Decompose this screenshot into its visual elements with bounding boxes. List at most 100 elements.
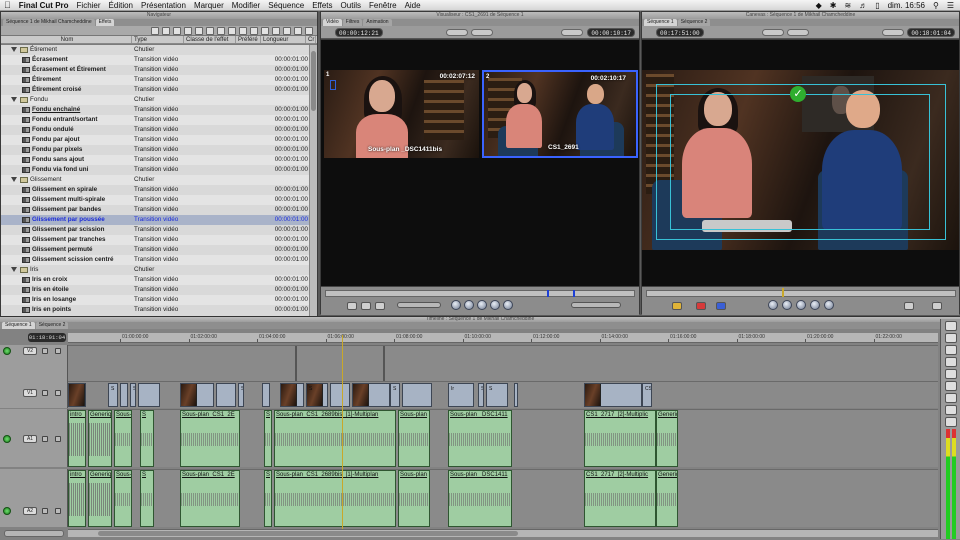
track-visibility-icon[interactable] — [3, 347, 11, 355]
col-type[interactable]: Type — [132, 36, 184, 43]
menu-sequence[interactable]: Séquence — [264, 0, 308, 11]
track-label-v2[interactable]: V2 — [23, 347, 37, 355]
effect-row[interactable]: Glissement scission centré Transition vid… — [1, 255, 311, 265]
audio-clip[interactable]: Sous-plan — [398, 410, 430, 467]
audio-clip[interactable]: S — [140, 470, 154, 527]
view-list-icon[interactable] — [151, 27, 159, 35]
canvas-scrubber[interactable] — [646, 290, 956, 297]
video-clip[interactable] — [402, 383, 432, 407]
effect-row[interactable]: Fondu par pixels Transition vidéo 00:00:01… — [1, 145, 311, 155]
video-clip[interactable]: Ir — [448, 383, 474, 407]
view-icons-icon[interactable] — [162, 27, 170, 35]
effect-row[interactable]: Iris en losange Transition vidéo 00:00:01:… — [1, 295, 311, 305]
viewer-zoom-popup[interactable] — [446, 29, 468, 36]
zoom-slider[interactable] — [4, 530, 64, 537]
audio-clip[interactable]: Sous-plan_CS1_2E — [180, 470, 240, 527]
effect-row[interactable]: Étirement croisé Transition vidéo 00:00:01… — [1, 85, 311, 95]
video-clip[interactable]: CS — [642, 383, 652, 407]
video-clip[interactable] — [216, 383, 236, 407]
tab-filtres[interactable]: Filtres — [342, 19, 363, 26]
audio-enable-icon[interactable] — [3, 435, 11, 443]
tab-sequence[interactable]: Séquence 1 de Mikhail Chamcheddine — [3, 19, 95, 26]
menu-modifier[interactable]: Modifier — [228, 0, 264, 11]
slip-icon[interactable] — [250, 27, 258, 35]
effect-row[interactable]: Iris en étoile Transition vidéo 00:00:01:0… — [1, 285, 311, 295]
track-a2[interactable]: intro_ Generiq Sous- S Sous-plan_CS1_2E S Sous… — [68, 469, 938, 527]
clock[interactable]: dim. 16:56 — [888, 0, 925, 11]
tab-sequence-1[interactable]: Séquence 1 — [644, 19, 677, 26]
track-label-a1[interactable]: A1 — [23, 435, 37, 443]
video-clip[interactable]: S — [130, 383, 136, 407]
effect-row[interactable]: Écrasement Transition vidéo 00:00:01:00 — [1, 55, 311, 65]
effect-row[interactable]: Fondu ondulé Transition vidéo 00:00:01:00 — [1, 125, 311, 135]
effect-row[interactable]: Glissement multi-spirale Transition vidéo… — [1, 195, 311, 205]
menu-edition[interactable]: Édition — [105, 0, 137, 11]
menu-effets[interactable]: Effets — [308, 0, 336, 11]
col-nom[interactable]: Nom — [1, 36, 132, 43]
track-select-icon[interactable] — [206, 27, 214, 35]
effect-row[interactable]: Glissement permuté Transition vidéo 00:00:… — [1, 245, 311, 255]
canvas-playhead[interactable] — [782, 288, 784, 297]
canvas-next-edit-button[interactable] — [824, 300, 834, 310]
canvas-screen[interactable]: ✓ — [642, 40, 959, 286]
effect-row[interactable]: Glissement par bandes Transition vidéo 00:… — [1, 205, 311, 215]
track-v1[interactable]: SSSSSIrSSCS — [68, 381, 938, 408]
track-label-a2[interactable]: A2 — [23, 507, 37, 515]
bin-row[interactable]: Étirement Chutier — [1, 45, 311, 55]
bluetooth-icon[interactable]: ✱ — [830, 0, 837, 11]
play-around-button[interactable] — [490, 300, 500, 310]
bin-row[interactable]: Fondu Chutier — [1, 95, 311, 105]
disclosure-triangle-icon[interactable] — [11, 97, 17, 102]
effect-row[interactable]: Écrasement et Étirement Transition vidéo 0… — [1, 65, 311, 75]
shuttle-control[interactable] — [571, 302, 621, 308]
viewer-out-point[interactable] — [573, 290, 575, 297]
audio-clip[interactable]: Sous-plan_CS1_2689bis_[1]-Multiplan — [274, 470, 396, 527]
menu-app[interactable]: Final Cut Pro — [15, 0, 73, 11]
video-clip[interactable] — [138, 383, 160, 407]
tab-video[interactable]: Vidéo — [323, 19, 342, 26]
video-clip[interactable]: S — [390, 383, 400, 407]
audio-clip[interactable]: Sous-plan — [398, 470, 430, 527]
bin-row[interactable]: Iris Chutier — [1, 265, 311, 275]
add-keyframe-button[interactable] — [361, 302, 371, 310]
effect-row[interactable]: Iris en croix Transition vidéo 00:00:01:00 — [1, 275, 311, 285]
track-forward-tool-icon[interactable] — [945, 345, 957, 355]
edit-select-tool-icon[interactable] — [945, 333, 957, 343]
battery-icon[interactable]: ▯ — [875, 0, 879, 11]
mute-icon[interactable] — [55, 508, 61, 514]
viewer-scrubber[interactable] — [325, 290, 635, 297]
col-cr[interactable]: Cr — [306, 36, 316, 43]
disclosure-triangle-icon[interactable] — [11, 267, 17, 272]
roll-icon[interactable] — [228, 27, 236, 35]
video-clip[interactable] — [330, 383, 350, 407]
mute-icon[interactable] — [55, 436, 61, 442]
roll-tool-icon[interactable] — [945, 357, 957, 367]
jog-control[interactable] — [397, 302, 441, 308]
timeline-playhead[interactable] — [342, 335, 343, 535]
pen-tool-icon[interactable] — [945, 417, 957, 427]
effect-row[interactable]: Fondu par ajout Transition vidéo 00:00:01:… — [1, 135, 311, 145]
audio-clip[interactable]: intro_ — [68, 410, 86, 467]
effect-row[interactable]: Glissement par scission Transition vidéo 0… — [1, 225, 311, 235]
select-tool-icon[interactable] — [195, 27, 203, 35]
audio-enable-icon[interactable] — [3, 507, 11, 515]
menu-outils[interactable]: Outils — [337, 0, 365, 11]
lock-icon[interactable] — [42, 508, 48, 514]
video-clip[interactable]: S — [238, 383, 244, 407]
audio-clip[interactable]: Generiq — [88, 470, 112, 527]
col-longueur[interactable]: Longueur — [261, 36, 306, 43]
zoom-out-icon[interactable] — [272, 27, 280, 35]
canvas-current-tc[interactable]: 00:18:01:04 — [907, 28, 955, 37]
hand-icon[interactable] — [283, 27, 291, 35]
auto-select-icon[interactable] — [55, 390, 61, 396]
lock-icon[interactable] — [42, 348, 48, 354]
canvas-duration[interactable]: 00:17:51:00 — [656, 28, 704, 37]
menu-fichier[interactable]: Fichier — [73, 0, 105, 11]
wifi-icon[interactable]: ≋ — [845, 0, 852, 11]
audio-clip[interactable]: Generiq — [88, 410, 112, 467]
video-clip[interactable] — [68, 383, 86, 407]
video-clip[interactable] — [262, 383, 270, 407]
menu-presentation[interactable]: Présentation — [137, 0, 190, 11]
col-classe[interactable]: Classe de l'effet — [184, 36, 236, 43]
track-label-v1[interactable]: V1 — [23, 389, 37, 397]
